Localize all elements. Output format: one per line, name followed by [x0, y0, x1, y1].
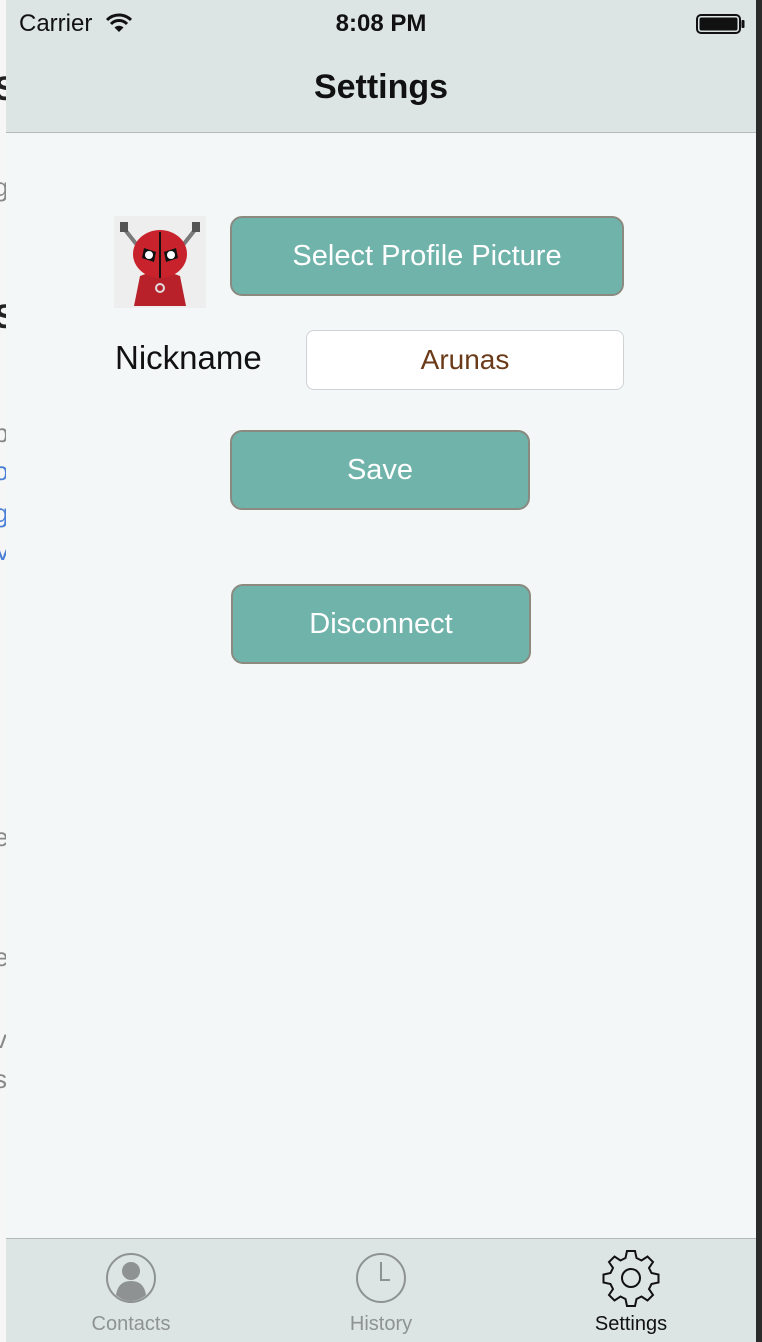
settings-screen: Carrier 8:08 PM Settings Select Profile …	[6, 0, 756, 1342]
tab-label: Settings	[594, 1313, 668, 1335]
disconnect-button[interactable]: Disconnect	[231, 584, 531, 664]
page-title: Settings	[313, 68, 449, 106]
select-profile-picture-button[interactable]: Select Profile Picture	[230, 216, 624, 296]
status-bar: Carrier 8:08 PM	[6, 0, 756, 48]
tab-label: History	[349, 1313, 413, 1335]
tab-bar: Contacts History Settings	[6, 1238, 756, 1342]
tab-contacts[interactable]: Contacts	[6, 1239, 256, 1342]
navigation-bar: Settings	[6, 48, 756, 133]
profile-picture	[114, 216, 206, 308]
status-time: 8:08 PM	[335, 10, 427, 37]
gear-icon	[602, 1250, 662, 1314]
tab-label: Contacts	[91, 1313, 171, 1335]
person-icon	[104, 1251, 158, 1310]
nickname-input[interactable]	[306, 330, 624, 390]
save-button[interactable]: Save	[230, 430, 530, 510]
tab-history[interactable]: History	[256, 1239, 506, 1342]
tab-settings[interactable]: Settings	[506, 1239, 756, 1342]
clock-icon	[354, 1251, 408, 1310]
battery-icon	[696, 14, 746, 39]
nickname-label: Nickname	[115, 339, 262, 376]
